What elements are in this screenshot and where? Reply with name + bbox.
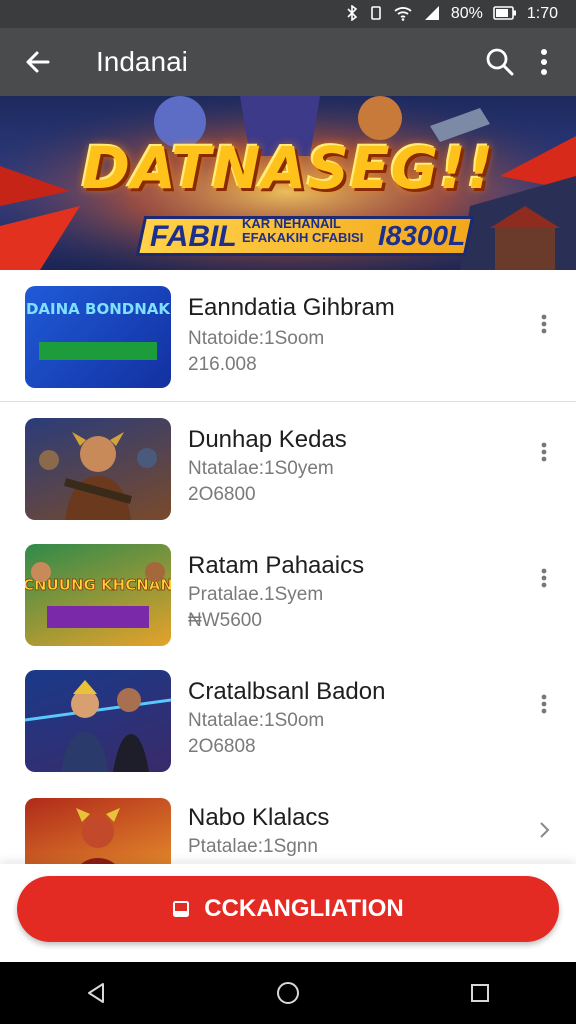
bluetooth-icon (345, 3, 359, 24)
more-vert-icon (541, 568, 547, 588)
thumbnail-title-line-1: DAINA BONDNAK (26, 300, 171, 318)
system-nav-bar (0, 962, 576, 1024)
item-menu-button[interactable] (530, 558, 558, 598)
game-title: Cratalbsanl Badon (188, 678, 386, 705)
item-open-button[interactable] (530, 810, 558, 850)
game-meta: Ntatalae:1S0yem (188, 458, 334, 479)
more-vert-icon (541, 442, 547, 462)
game-meta: Pratalae.1Syem (188, 584, 324, 605)
app-bar: Indanai (0, 28, 576, 96)
promo-banner[interactable]: DATNASEG!! FABIL KAR NEHANAIL EFAKAKIH C… (0, 96, 576, 270)
item-menu-button[interactable] (530, 432, 558, 472)
list-item[interactable]: Nabo Klalacs Ptatalae:1Sgnn (0, 780, 576, 870)
square-recents-icon (471, 984, 489, 1002)
status-bar: 80% 1:70 (0, 0, 576, 28)
signal-icon (423, 5, 441, 24)
nav-back-button[interactable] (66, 968, 126, 1018)
list-item[interactable]: CNUUNG KHCNAN Ratam Pahaaics Pratalae.1S… (0, 528, 576, 654)
search-button[interactable] (478, 40, 522, 84)
game-thumbnail: DAINA BONDNAK (25, 286, 171, 388)
overflow-menu-button[interactable] (522, 40, 566, 84)
clock: 1:70 (526, 5, 558, 22)
battery-percent: 80% (450, 5, 483, 22)
nav-home-button[interactable] (258, 968, 318, 1018)
game-count: 216.008 (188, 354, 257, 375)
vibrate-icon (369, 5, 383, 24)
search-icon (486, 48, 514, 76)
page-title: Indanai (96, 46, 188, 77)
game-meta: Ntatoide:1Soom (188, 328, 325, 349)
battery-icon (493, 5, 517, 23)
arrow-left-icon (26, 51, 50, 73)
game-thumbnail (25, 798, 171, 870)
game-thumbnail: CNUUNG KHCNAN (25, 544, 171, 646)
more-vert-icon (541, 314, 547, 334)
list-item[interactable]: Dunhap Kedas Ntatalae:1S0yem 2O6800 (0, 402, 576, 528)
list-divider (0, 401, 576, 402)
game-thumbnail (25, 418, 171, 520)
banner-middle-text: KAR NEHANAIL EFAKAKIH CFABISI (242, 216, 364, 245)
list-item[interactable]: DAINA BONDNAK Eanndatia Gihbram Ntatoide… (0, 272, 576, 400)
circle-home-icon (277, 982, 299, 1004)
game-title: Ratam Pahaaics (188, 552, 365, 579)
item-menu-button[interactable] (530, 304, 558, 344)
triangle-back-icon (88, 983, 104, 1003)
banner-headline: DATNASEG!! (81, 134, 495, 202)
game-count: 2O6808 (188, 736, 256, 757)
game-title: Eanndatia Gihbram (188, 294, 395, 321)
game-meta: Ntatalae:1S0om (188, 710, 325, 731)
more-vert-icon (541, 49, 547, 75)
banner-right-text: I8300L (378, 220, 466, 251)
bookmark-icon (173, 901, 190, 917)
nav-recents-button[interactable] (450, 968, 510, 1018)
list-item[interactable]: Cratalbsanl Badon Ntatalae:1S0om 2O6808 (0, 654, 576, 780)
item-menu-button[interactable] (530, 684, 558, 724)
wifi-icon (393, 5, 413, 24)
game-meta: Ptatalae:1Sgnn (188, 836, 318, 857)
chevron-right-icon (540, 822, 550, 838)
primary-action-button[interactable]: CCKANGLIATION (17, 876, 559, 942)
back-button[interactable] (18, 42, 58, 82)
more-vert-icon (541, 694, 547, 714)
primary-action-label: CCKANGLIATION (204, 895, 404, 922)
game-title: Dunhap Kedas (188, 426, 347, 453)
game-count: 2O6800 (188, 484, 256, 505)
banner-left-text: FABIL (150, 220, 237, 253)
game-thumbnail (25, 670, 171, 772)
game-title: Nabo Klalacs (188, 804, 330, 831)
game-count: ₦W5600 (188, 610, 262, 631)
